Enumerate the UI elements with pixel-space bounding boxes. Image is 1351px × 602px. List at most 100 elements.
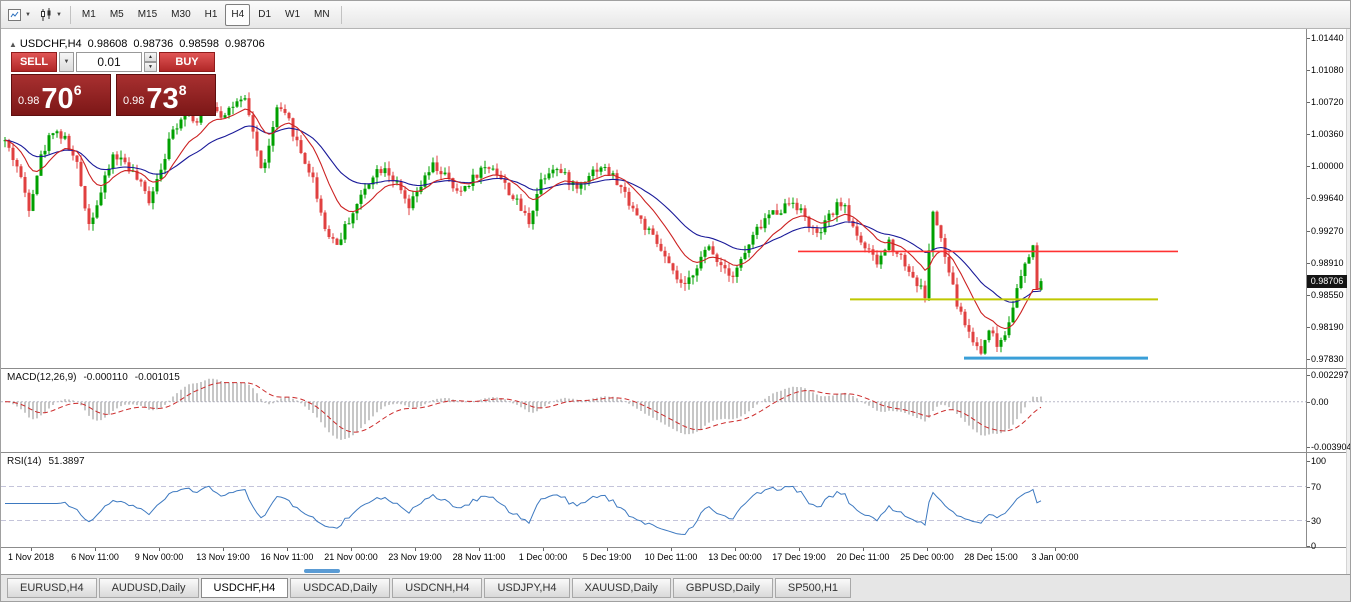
macd-value: -0.000110 (83, 372, 127, 383)
axis-tick (1307, 487, 1310, 488)
chart-symbol-label: USDCHF,H4 (20, 38, 82, 50)
axis-tick (1307, 263, 1310, 264)
rsi-axis-label: 0 (1311, 540, 1316, 552)
chart-tab-eurusd[interactable]: EURUSD,H4 (7, 578, 97, 598)
chart-ohlc-header: ▲ USDCHF,H4 0.98608 0.98736 0.98598 0.98… (9, 38, 265, 50)
axis-tick (1307, 327, 1310, 328)
timeframe-button-m1[interactable]: M1 (76, 4, 102, 26)
chart-tab-usdcad[interactable]: USDCAD,Daily (290, 578, 390, 598)
chart-tab-audusd[interactable]: AUDUSD,Daily (99, 578, 199, 598)
price-axis[interactable]: 1.014401.010801.007201.003601.000000.996… (1306, 29, 1346, 548)
ohlc-low: 0.98598 (179, 38, 219, 50)
macd-name: MACD(12,26,9) (7, 372, 76, 383)
price-axis-label: 1.00000 (1311, 160, 1344, 172)
mt4-window: ▼ ▼ M1M5M15M30H1H4D1W1MN ▲ USDCHF,H4 0.9… (0, 0, 1351, 602)
axis-tick (1307, 359, 1310, 360)
macd-label: MACD(12,26,9) -0.000110 -0.001015 (7, 372, 180, 383)
volume-spinner: ▲ ▼ (144, 52, 157, 72)
rsi-axis-label: 30 (1311, 515, 1321, 527)
timeframe-button-h4[interactable]: H4 (225, 4, 250, 26)
one-click-trading-panel: SELL ▼ ▲ ▼ BUY 0.98 70 6 0.98 (11, 52, 216, 116)
chart-tab-usdjpy[interactable]: USDJPY,H4 (484, 578, 569, 598)
time-axis-tick (479, 548, 480, 551)
pane-divider[interactable] (1, 452, 1346, 453)
time-axis-label: 3 Jan 00:00 (1015, 552, 1095, 562)
rsi-value: 51.3897 (48, 456, 84, 467)
chart-window-button[interactable]: ▼ (4, 3, 35, 27)
macd-axis-label: -0.003904 (1311, 441, 1351, 453)
rsi-axis-label: 70 (1311, 481, 1321, 493)
rsi-pane[interactable] (1, 453, 1306, 547)
axis-tick (1307, 295, 1310, 296)
timeframe-button-h1[interactable]: H1 (199, 4, 224, 26)
ohlc-close: 0.98706 (225, 38, 265, 50)
chart-window-icon (8, 8, 23, 22)
axis-tick (1307, 231, 1310, 232)
price-axis-label: 0.98190 (1311, 321, 1344, 333)
dropdown-caret-icon: ▼ (25, 12, 31, 18)
axis-tick (1307, 166, 1310, 167)
chart-tab-xauusd[interactable]: XAUUSD,Daily (572, 578, 671, 598)
ohlc-high: 0.98736 (133, 38, 173, 50)
time-axis-tick (95, 548, 96, 551)
price-axis-label: 0.98910 (1311, 257, 1344, 269)
volume-input[interactable] (76, 52, 142, 72)
chart-type-button[interactable]: ▼ (35, 3, 66, 27)
buy-price-big-digits: 73 (146, 86, 178, 113)
volume-dropdown-button[interactable]: ▼ (59, 52, 74, 72)
volume-decrease-button[interactable]: ▼ (144, 62, 157, 72)
time-axis-tick (415, 548, 416, 551)
timeframe-button-m15[interactable]: M15 (132, 4, 163, 26)
buy-price-pipette: 8 (179, 82, 187, 98)
sell-price-pipette: 6 (74, 82, 82, 98)
sell-button[interactable]: SELL (11, 52, 57, 72)
candlestick-chart-icon (39, 8, 54, 22)
chart-tab-gbpusd[interactable]: GBPUSD,Daily (673, 578, 773, 598)
chart-tabs-bar: EURUSD,H4AUDUSD,DailyUSDCHF,H4USDCAD,Dai… (1, 574, 1350, 602)
sell-price-big-digits: 70 (41, 86, 73, 113)
shift-marker-icon: ▲ (9, 40, 17, 49)
time-axis-tick (287, 548, 288, 551)
price-axis-label: 1.00360 (1311, 128, 1344, 140)
timeframe-button-m30[interactable]: M30 (165, 4, 196, 26)
axis-tick (1307, 461, 1310, 462)
chart-area: ▲ USDCHF,H4 0.98 6 0 8 0.98736 0.98598 0.98… (1, 29, 1346, 574)
axis-tick (1307, 38, 1310, 39)
rsi-label: RSI(14) 51.3897 (7, 456, 85, 467)
chart-tab-sp500[interactable]: SP500,H1 (775, 578, 851, 598)
time-axis-tick (927, 548, 928, 551)
time-axis-tick (735, 548, 736, 551)
current-price-badge: 0.98706 (1307, 275, 1347, 288)
axis-tick (1307, 70, 1310, 71)
horizontal-scrollbar-thumb[interactable] (304, 569, 340, 573)
top-toolbar: ▼ ▼ M1M5M15M30H1H4D1W1MN (1, 1, 1350, 29)
volume-increase-button[interactable]: ▲ (144, 52, 157, 62)
axis-tick (1307, 521, 1310, 522)
buy-price-button[interactable]: 0.98 73 8 (116, 74, 216, 116)
timeframe-button-m5[interactable]: M5 (104, 4, 130, 26)
macd-axis-label: 0.002297 (1311, 369, 1349, 381)
time-axis-tick (671, 548, 672, 551)
timeframe-button-w1[interactable]: W1 (279, 4, 306, 26)
buy-button[interactable]: BUY (159, 52, 215, 72)
toolbar-separator (341, 6, 342, 24)
time-axis-tick (351, 548, 352, 551)
sell-price-button[interactable]: 0.98 70 6 (11, 74, 111, 116)
timeframe-toolbar: M1M5M15M30H1H4D1W1MN (75, 4, 337, 26)
sell-price-prefix: 0.98 (18, 95, 39, 107)
timeframe-button-d1[interactable]: D1 (252, 4, 277, 26)
time-axis-tick (991, 548, 992, 551)
trade-panel-top-row: SELL ▼ ▲ ▼ BUY (11, 52, 216, 72)
timeframe-button-mn[interactable]: MN (308, 4, 336, 26)
macd-signal-value: -0.001015 (135, 372, 180, 383)
chart-tab-usdcnh[interactable]: USDCNH,H4 (392, 578, 482, 598)
price-axis-label: 0.99640 (1311, 192, 1344, 204)
macd-pane[interactable] (1, 369, 1306, 452)
axis-tick (1307, 546, 1310, 547)
price-axis-label: 1.01440 (1311, 32, 1344, 44)
price-axis-label: 0.97830 (1311, 353, 1344, 365)
price-axis-label: 0.99270 (1311, 225, 1344, 237)
chart-tab-usdchf[interactable]: USDCHF,H4 (201, 578, 289, 598)
rsi-name: RSI(14) (7, 456, 41, 467)
pane-divider[interactable] (1, 368, 1346, 369)
